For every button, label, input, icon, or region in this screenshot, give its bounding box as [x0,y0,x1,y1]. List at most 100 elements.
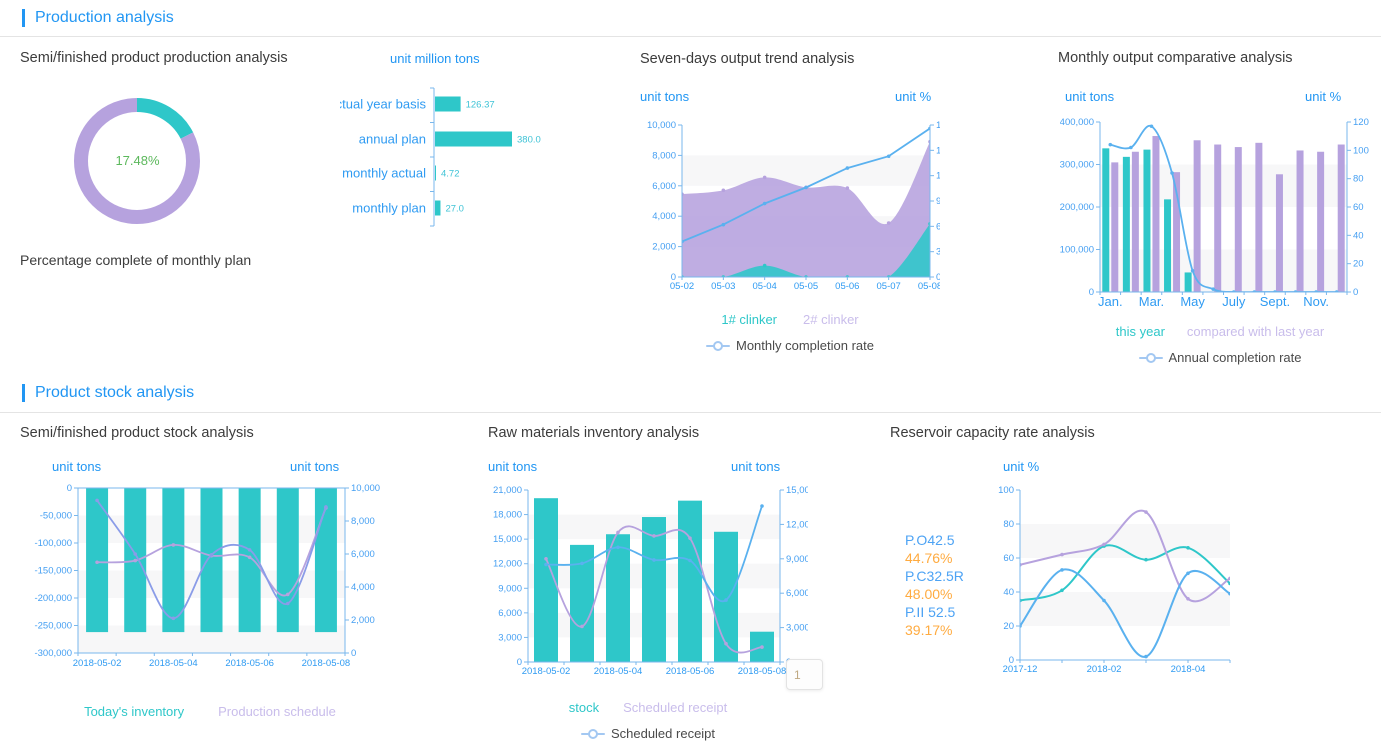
unit-label-million-tons: unit million tons [390,51,480,66]
svg-text:80: 80 [1003,519,1014,530]
svg-text:-200,000: -200,000 [34,593,72,604]
svg-text:60: 60 [1353,202,1364,213]
legend-item-scheduled-receipt[interactable]: Scheduled receipt [623,700,727,715]
legend-item-last-year[interactable]: compared with last year [1187,324,1324,339]
stock-legend-row: Today's inventory Production schedule [20,704,400,719]
donut-center-label: 17.48% [65,153,210,168]
legend-item-todays-inventory[interactable]: Today's inventory [84,704,184,719]
monthly-legend-row2: Annual completion rate [1060,350,1380,365]
reservoir-value-pii525: 39.17% [905,621,964,639]
svg-text:2018-05-06: 2018-05-06 [666,666,715,677]
raw-materials-chart-canvas[interactable]: 21,00018,00015,00012,0009,0006,0003,0000… [488,476,808,696]
legend-item-annual-completion-rate[interactable]: Annual completion rate [1139,350,1302,365]
svg-text:20: 20 [1353,259,1364,270]
svg-text:Jan.: Jan. [1098,294,1123,309]
svg-text:-250,000: -250,000 [34,621,72,632]
svg-text:12: 12 [936,171,940,182]
svg-text:100: 100 [998,485,1014,496]
svg-text:05-05: 05-05 [794,281,818,292]
unit-label-tons-right: unit tons [290,459,339,474]
stock-chart-canvas[interactable]: 0 -50,000 -100,000 -150,000 -200,000 -250,000… [20,476,420,692]
section-header-product-stock: Product stock analysis [22,384,194,402]
svg-text:Sept.: Sept. [1260,294,1290,309]
svg-text:6,000: 6,000 [351,549,375,560]
monthly-output-chart-canvas[interactable]: 400,000300,000200,000100,000012010080604… [1060,108,1380,310]
svg-text:100: 100 [1353,145,1369,156]
svg-text:Mar.: Mar. [1139,294,1164,309]
partial-tooltip-box: 1 [786,659,823,690]
svg-text:2017-12: 2017-12 [1003,664,1038,675]
svg-text:0: 0 [1353,287,1358,298]
legend-item-1-clinker[interactable]: 1# clinker [721,312,777,327]
svg-text:05-04: 05-04 [753,281,777,292]
legend-item-2-clinker[interactable]: 2# clinker [803,312,859,327]
section-title: Production analysis [35,9,174,27]
reservoir-value-pc325r: 48.00% [905,585,964,603]
svg-text:annual plan: annual plan [359,132,426,147]
seven-days-chart-canvas[interactable]: 10,0008,0006,0004,0002,0000181512963005-… [640,108,940,300]
seven-days-legend-row1: 1# clinker 2# clinker [640,312,940,327]
svg-text:2,000: 2,000 [652,242,676,253]
svg-text:40: 40 [1353,230,1364,241]
monthly-legend-row1: this year compared with last year [1060,324,1380,339]
svg-text:July: July [1222,294,1246,309]
svg-text:2018-05-02: 2018-05-02 [522,666,571,677]
svg-text:12,000: 12,000 [786,519,808,530]
svg-text:6: 6 [936,221,940,232]
svg-text:100,000: 100,000 [1060,245,1094,256]
svg-text:4.72: 4.72 [441,169,460,180]
legend-item-this-year[interactable]: this year [1116,324,1165,339]
svg-text:18,000: 18,000 [493,510,522,521]
svg-text:27.0: 27.0 [445,204,464,215]
svg-text:2018-05-02: 2018-05-02 [73,658,122,669]
svg-text:6,000: 6,000 [498,608,522,619]
svg-text:0: 0 [351,648,356,659]
svg-text:40: 40 [1003,587,1014,598]
unit-label-percent-right: unit % [1305,89,1341,104]
legend-item-scheduled-receipt-line[interactable]: Scheduled receipt [581,726,715,741]
section-title: Product stock analysis [35,384,194,402]
svg-text:120: 120 [1353,117,1369,128]
svg-text:-300,000: -300,000 [34,648,72,659]
svg-text:21,000: 21,000 [493,485,522,496]
dashboard: Production analysis Semi/finished produc… [0,0,1381,755]
svg-text:9,000: 9,000 [498,583,522,594]
svg-text:May: May [1180,294,1205,309]
svg-text:-50,000: -50,000 [40,511,72,522]
svg-text:2,000: 2,000 [351,615,375,626]
seven-days-legend-row2: Monthly completion rate [640,338,940,353]
reservoir-value-po425: 44.76% [905,549,964,567]
legend-item-monthly-completion-rate[interactable]: Monthly completion rate [706,338,874,353]
svg-text:3: 3 [936,247,940,258]
svg-text:200,000: 200,000 [1060,202,1094,213]
svg-text:05-07: 05-07 [877,281,901,292]
reservoir-label-pc325r: P.C32.5R [905,567,964,585]
svg-text:2018-05-08: 2018-05-08 [738,666,787,677]
svg-text:6,000: 6,000 [652,181,676,192]
donut-caption: Percentage complete of monthly plan [20,252,251,268]
line-marker-icon [1139,353,1163,363]
section-accent-bar [22,384,25,402]
svg-text:2018-05-06: 2018-05-06 [225,658,274,669]
svg-text:-150,000: -150,000 [34,566,72,577]
unit-label-tons-left: unit tons [1065,89,1114,104]
svg-text:actual year basis: actual year basis [340,97,426,112]
svg-text:12,000: 12,000 [493,559,522,570]
raw-legend-row2: Scheduled receipt [488,726,808,741]
divider [0,36,1381,37]
unit-label-percent: unit % [1003,459,1039,474]
legend-item-production-schedule[interactable]: Production schedule [218,704,336,719]
svg-text:300,000: 300,000 [1060,160,1094,171]
svg-text:9,000: 9,000 [786,554,808,565]
svg-text:400,000: 400,000 [1060,117,1094,128]
hbar-chart-canvas[interactable]: actual year basis126.37annual plan380.0m… [340,86,620,238]
panel-title-stock-analysis: Semi/finished product stock analysis [20,425,254,441]
panel-title-seven-days: Seven-days output trend analysis [640,51,854,67]
panel-title-monthly-output: Monthly output comparative analysis [1058,50,1293,66]
unit-label-tons-left: unit tons [52,459,101,474]
legend-item-stock[interactable]: stock [569,700,599,715]
svg-text:10,000: 10,000 [647,120,676,131]
panel-title-reservoir: Reservoir capacity rate analysis [890,425,1095,441]
svg-text:monthly plan: monthly plan [352,201,426,216]
svg-text:-100,000: -100,000 [34,538,72,549]
